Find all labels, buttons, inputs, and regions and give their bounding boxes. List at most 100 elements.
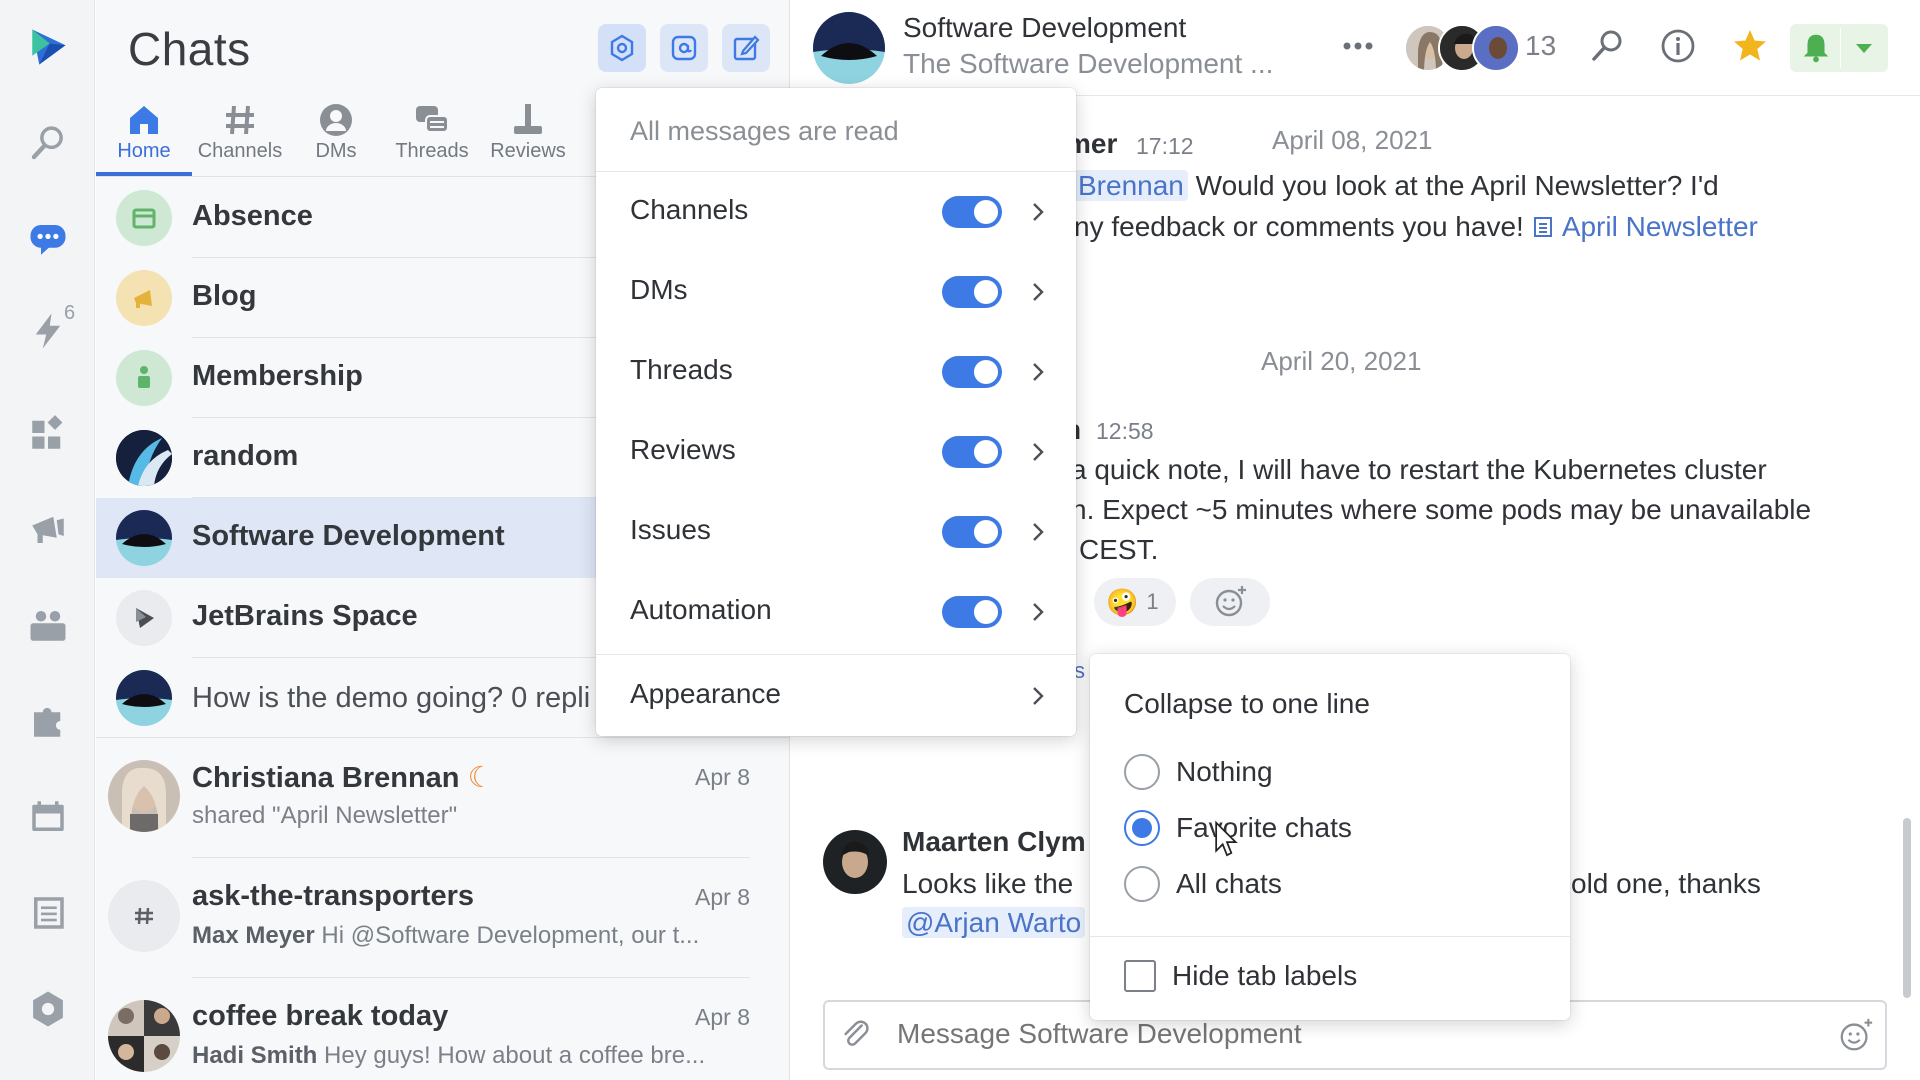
new-message-button[interactable] <box>722 24 770 72</box>
popover-item-appearance[interactable]: Appearance <box>596 656 1076 736</box>
popover-divider <box>596 654 1076 655</box>
tab-dms-label: DMs <box>315 140 357 162</box>
mentions-button[interactable] <box>660 24 708 72</box>
radio-button-selected[interactable] <box>1124 810 1160 846</box>
document-link[interactable]: April Newsletter <box>1532 211 1758 242</box>
tab-threads[interactable]: Threads <box>384 98 480 178</box>
user-photo-icon <box>108 760 180 832</box>
radio-button[interactable] <box>1124 754 1160 790</box>
chats-icon[interactable] <box>0 204 95 274</box>
popover-item-automation[interactable]: Automation <box>596 572 1076 652</box>
settings-icon[interactable] <box>0 974 95 1044</box>
popover-item-label: Reviews <box>630 434 736 465</box>
chevron-right-icon <box>1033 363 1044 381</box>
reviews-toggle[interactable] <box>942 436 1002 468</box>
chat-row-christiana-brennan[interactable]: Christiana Brennan ☾ Apr 8 shared "April… <box>96 738 789 858</box>
calendar-icon[interactable] <box>0 782 95 852</box>
toggle-knob <box>974 440 998 464</box>
channels-toggle[interactable] <box>942 196 1002 228</box>
submenu-title: Collapse to one line <box>1124 688 1370 719</box>
dashboard-icon[interactable] <box>0 398 95 468</box>
software-development-avatar <box>116 510 172 566</box>
chat-name: Software Development <box>192 520 505 552</box>
user-mention[interactable]: @Arjan Warto <box>902 907 1086 938</box>
dms-toggle[interactable] <box>942 276 1002 308</box>
emoji-reaction[interactable]: 🤪 1 <box>1094 578 1176 626</box>
chat-preview: shared "April Newsletter" <box>192 802 458 829</box>
search-icon[interactable] <box>1586 24 1630 68</box>
info-icon[interactable] <box>1656 24 1700 68</box>
random-avatar <box>116 430 172 486</box>
message-text: n. Expect ~5 minutes where some pods may… <box>1071 494 1812 525</box>
tab-home[interactable]: Home <box>96 98 192 178</box>
add-reaction-button[interactable] <box>1190 578 1270 626</box>
toggle-knob <box>974 520 998 544</box>
space-logo-icon[interactable] <box>0 12 95 82</box>
message-avatar[interactable] <box>823 830 887 894</box>
hide-tab-labels-checkbox[interactable] <box>1124 960 1156 992</box>
channel-avatar[interactable] <box>813 12 885 84</box>
radio-button[interactable] <box>1124 866 1160 902</box>
message-input[interactable] <box>897 1018 1797 1050</box>
chevron-right-icon <box>1033 603 1044 621</box>
chat-settings-button[interactable] <box>598 24 646 72</box>
date-separator: April 20, 2021 <box>1261 346 1422 376</box>
search-icon[interactable] <box>0 108 95 178</box>
user-mention[interactable]: Brennan <box>1074 170 1188 201</box>
more-options-icon[interactable] <box>1336 24 1380 68</box>
member-count[interactable]: 13 <box>1525 30 1556 62</box>
popover-item-label: Threads <box>630 354 733 385</box>
member-avatar <box>1472 24 1520 72</box>
documents-icon[interactable] <box>0 878 95 948</box>
message-author[interactable]: Maarten Clym <box>902 826 1086 858</box>
abstract-avatar-icon <box>813 12 885 84</box>
notification-settings-button[interactable] <box>1790 24 1888 72</box>
chevron-right-icon <box>1033 523 1044 541</box>
chat-row-ask-the-transporters[interactable]: ask-the-transporters Apr 8 Max Meyer Hi … <box>96 858 789 978</box>
team-icon[interactable] <box>0 590 95 660</box>
home-icon <box>130 106 158 134</box>
message-line: ny feedback or comments you have! April … <box>1074 211 1758 243</box>
popover-item-channels[interactable]: Channels <box>596 172 1076 252</box>
message-time: 12:58 <box>1096 418 1154 444</box>
checkbox-label: Hide tab labels <box>1172 960 1358 991</box>
emoji-picker-icon[interactable] <box>1837 1016 1875 1054</box>
chat-name: ask-the-transporters <box>192 880 475 912</box>
document-icon <box>1533 217 1552 237</box>
extensions-icon[interactable] <box>0 686 95 756</box>
popover-item-dms[interactable]: DMs <box>596 252 1076 332</box>
automation-toggle[interactable] <box>942 596 1002 628</box>
chat-preview: Hadi Smith Hey guys! How about a coffee … <box>192 1042 752 1070</box>
tab-channels[interactable]: Channels <box>192 98 288 178</box>
popover-item-threads[interactable]: Threads <box>596 332 1076 412</box>
chat-preview: Max Meyer Hi @Software Development, our … <box>192 922 752 950</box>
calendar-icon <box>132 208 156 229</box>
scrollbar[interactable] <box>1903 818 1911 998</box>
popover-item-issues[interactable]: Issues <box>596 492 1076 572</box>
chat-name: Christiana Brennan ☾ <box>192 762 494 794</box>
absence-avatar <box>116 190 172 246</box>
popover-item-reviews[interactable]: Reviews <box>596 412 1076 492</box>
chat-name: random <box>192 440 299 472</box>
issues-toggle[interactable] <box>942 516 1002 548</box>
hash-icon <box>135 907 153 925</box>
star-icon[interactable] <box>1728 24 1772 68</box>
channel-description[interactable]: The Software Development ... <box>903 48 1273 80</box>
threads-toggle[interactable] <box>942 356 1002 388</box>
paperclip-icon[interactable] <box>839 1018 873 1052</box>
tab-dms[interactable]: DMs <box>288 98 384 178</box>
group-photo-icon <box>108 1000 180 1072</box>
tab-home-label: Home <box>117 140 171 162</box>
notifications-icon[interactable]: 6 <box>0 296 95 366</box>
chat-row-coffee-break-today[interactable]: coffee break today Apr 8 Hadi Smith Hey … <box>96 978 789 1080</box>
document-link-label: April Newsletter <box>1561 211 1758 242</box>
chat-date: Apr 8 <box>695 764 750 790</box>
tab-reviews[interactable]: Reviews <box>480 98 576 178</box>
chat-name: Blog <box>192 280 257 312</box>
toggle-knob <box>974 600 998 624</box>
preview-sender: Hadi Smith <box>192 1042 318 1069</box>
space-logo-icon <box>136 608 154 628</box>
popover-item-label: Issues <box>630 514 711 545</box>
radio-label: Favorite chats <box>1176 812 1352 843</box>
blog-icon[interactable] <box>0 494 95 564</box>
